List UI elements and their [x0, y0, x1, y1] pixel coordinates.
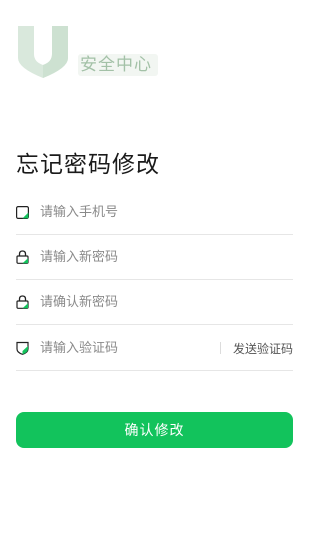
verification-code-field: 发送验证码	[16, 326, 293, 371]
shield-icon	[16, 341, 30, 355]
confirm-password-field	[16, 280, 293, 325]
new-password-field	[16, 235, 293, 280]
page-title: 忘记密码修改	[16, 152, 160, 178]
logo-text: 安全中心	[78, 54, 158, 76]
divider	[219, 342, 221, 354]
confirm-password-input[interactable]	[40, 280, 293, 324]
phone-input[interactable]	[40, 190, 293, 234]
lock-icon	[16, 250, 30, 264]
shield-logo-icon	[18, 26, 68, 78]
confirm-button[interactable]: 确认修改	[16, 412, 293, 448]
lock-icon	[16, 295, 30, 309]
new-password-input[interactable]	[40, 235, 293, 279]
security-center-logo: 安全中心	[16, 24, 158, 80]
phone-field	[16, 190, 293, 235]
send-code-button[interactable]: 发送验证码	[233, 340, 293, 357]
verification-code-input[interactable]	[40, 326, 220, 370]
phone-icon	[16, 205, 30, 219]
